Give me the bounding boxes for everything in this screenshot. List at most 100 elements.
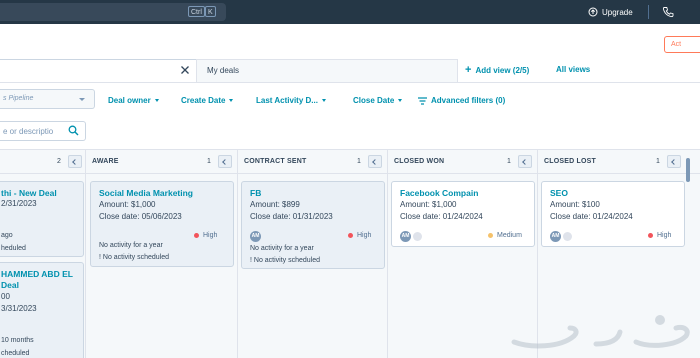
view-tab-all-deals[interactable] — [0, 59, 196, 82]
deal-priority: High — [194, 232, 217, 239]
priority-dot-icon — [488, 233, 493, 238]
deal-activity: No activity for a year — [99, 242, 163, 249]
priority-dot-icon — [194, 233, 199, 238]
collapse-column-button[interactable] — [518, 155, 532, 168]
collapse-column-button[interactable] — [68, 155, 82, 168]
deal-close-date: Close date: 05/06/2023 — [99, 212, 182, 221]
board-column: 2 thi - New Deal 2/31/2023 ago heduled H… — [0, 150, 86, 358]
advanced-filters-button[interactable]: Advanced filters (0) — [418, 96, 505, 105]
deal-close-date: Close date: 01/31/2023 — [250, 212, 333, 221]
plus-icon: + — [465, 64, 472, 76]
deal-name[interactable]: FB — [250, 188, 261, 198]
deal-activity: 10 months — [1, 337, 34, 344]
chevron-down-icon — [398, 99, 403, 102]
collapse-column-button[interactable] — [368, 155, 382, 168]
column-title: AWARE — [92, 158, 119, 165]
owner-avatar[interactable]: AM — [250, 231, 261, 242]
deal-schedule-status: ! No activity scheduled — [250, 257, 321, 264]
deal-priority: High — [648, 232, 671, 239]
deal-search-placeholder: e or descriptio — [3, 127, 54, 136]
deal-name[interactable]: SEO — [550, 188, 568, 198]
deal-priority-label: High — [357, 232, 372, 239]
all-views-link[interactable]: All views — [556, 65, 590, 74]
avatar-placeholder — [413, 232, 422, 241]
deal-schedule-status: cheduled — [1, 350, 30, 357]
column-title: CONTRACT SENT — [244, 158, 307, 165]
deal-amount: 00 — [1, 292, 10, 301]
collapse-column-button[interactable] — [667, 155, 681, 168]
pipeline-select-value: s Pipeline — [3, 95, 34, 102]
deal-card[interactable]: FB Amount: $899 Close date: 01/31/2023 A… — [241, 181, 385, 269]
deal-name-continued[interactable]: Deal — [1, 280, 19, 290]
actions-button[interactable]: Act — [664, 36, 700, 53]
deal-activity: ago — [1, 232, 13, 239]
board-column-aware: AWARE 1 Social Media Marketing Amount: $… — [86, 150, 238, 358]
deal-close-date: 2/31/2023 — [1, 199, 37, 208]
deal-close-date: Close date: 01/24/2024 — [550, 212, 633, 221]
pipeline-select[interactable]: s Pipeline — [0, 89, 95, 109]
deal-card[interactable]: SEO Amount: $100 Close date: 01/24/2024 … — [541, 181, 685, 247]
column-header: CLOSED WON 1 — [388, 150, 537, 174]
add-view-label: Add view (2/5) — [475, 65, 530, 75]
column-title: CLOSED WON — [394, 158, 445, 165]
board-scrollbar[interactable] — [686, 158, 690, 182]
deal-priority-label: Medium — [497, 232, 522, 239]
filter-bar — [0, 83, 700, 117]
upgrade-icon — [588, 7, 598, 17]
create-date-label: Create Date — [181, 96, 226, 105]
filter-lines-icon — [418, 96, 427, 105]
collapse-column-button[interactable] — [218, 155, 232, 168]
deal-schedule-status: ! No activity scheduled — [99, 254, 170, 261]
deal-amount: Amount: $899 — [250, 200, 300, 209]
search-icon[interactable] — [68, 125, 79, 136]
chevron-down-icon — [79, 98, 85, 101]
deal-close-date: 3/31/2023 — [1, 304, 37, 313]
column-count: 1 — [207, 158, 211, 165]
create-date-filter[interactable]: Create Date — [181, 96, 234, 105]
watermark-logo — [511, 315, 690, 349]
deal-name[interactable]: thi - New Deal — [1, 188, 57, 198]
upgrade-button[interactable]: Upgrade — [588, 6, 633, 18]
deal-amount: Amount: $1,000 — [99, 200, 156, 209]
upgrade-label: Upgrade — [602, 7, 633, 17]
close-icon[interactable] — [179, 64, 191, 76]
chevron-down-icon — [229, 99, 234, 102]
owner-avatar[interactable]: AM — [400, 231, 411, 242]
deal-card[interactable]: HAMMED ABD EL Deal 00 3/31/2023 10 month… — [0, 262, 84, 358]
owner-avatar[interactable]: AM — [550, 231, 561, 242]
deal-card[interactable]: Social Media Marketing Amount: $1,000 Cl… — [90, 181, 234, 267]
deal-priority-label: High — [657, 232, 672, 239]
column-header: AWARE 1 — [86, 150, 237, 174]
column-count: 1 — [656, 158, 660, 165]
deal-owner-filter[interactable]: Deal owner — [108, 96, 159, 105]
close-date-filter[interactable]: Close Date — [353, 96, 403, 105]
deal-card[interactable]: Facebook Compain Amount: $1,000 Close da… — [391, 181, 535, 247]
add-view-button[interactable]: + Add view (2/5) — [465, 64, 530, 76]
column-header: 2 — [0, 150, 85, 174]
deal-priority-label: High — [203, 232, 218, 239]
advanced-filters-label: Advanced filters (0) — [431, 96, 506, 105]
deal-name[interactable]: HAMMED ABD EL — [1, 269, 73, 279]
column-header: CONTRACT SENT 1 — [238, 150, 387, 174]
chevron-down-icon — [321, 99, 326, 102]
deal-card[interactable]: thi - New Deal 2/31/2023 ago heduled — [0, 181, 84, 257]
column-count: 1 — [507, 158, 511, 165]
topbar-divider — [648, 5, 649, 19]
avatar-placeholder — [563, 232, 572, 241]
deal-name[interactable]: Facebook Compain — [400, 188, 478, 198]
column-count: 2 — [57, 158, 61, 165]
column-count: 1 — [357, 158, 361, 165]
top-nav-bar: Ctrl K Upgrade — [0, 0, 700, 24]
view-tab-my-deals[interactable]: My deals — [196, 59, 458, 82]
deal-priority: High — [348, 232, 371, 239]
deal-priority: Medium — [488, 232, 522, 239]
last-activity-label: Last Activity D... — [256, 96, 318, 105]
priority-dot-icon — [348, 233, 353, 238]
deal-close-date: Close date: 01/24/2024 — [400, 212, 483, 221]
phone-icon[interactable] — [662, 6, 674, 18]
deal-name[interactable]: Social Media Marketing — [99, 188, 193, 198]
deal-amount: Amount: $1,000 — [400, 200, 457, 209]
chevron-down-icon — [154, 99, 159, 102]
last-activity-filter[interactable]: Last Activity D... — [256, 96, 326, 105]
close-date-label: Close Date — [353, 96, 395, 105]
